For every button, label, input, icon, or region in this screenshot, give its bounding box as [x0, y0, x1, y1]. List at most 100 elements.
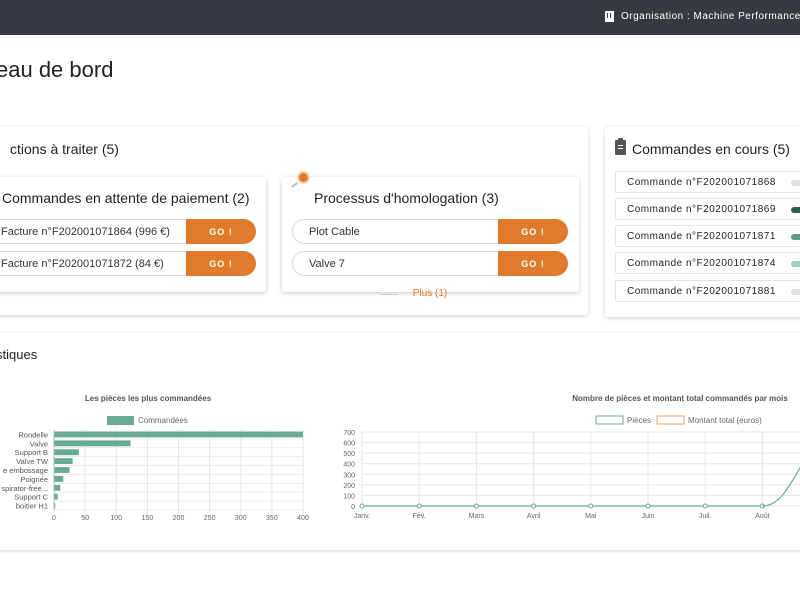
- y-tick-label: e embossage: [3, 466, 48, 475]
- homologation-title: Processus d'homologation (3): [314, 190, 499, 206]
- legend-label: Montant total (euros): [688, 416, 762, 425]
- x-tick-label: Mars: [469, 513, 485, 520]
- bar: [54, 458, 73, 465]
- go-button[interactable]: GO !: [186, 219, 256, 244]
- top-bar: Organisation : Machine Performance: [0, 0, 800, 35]
- order-row[interactable]: Commande n°F202001071874: [615, 252, 800, 274]
- data-point: [702, 503, 708, 509]
- order-status-bar: [791, 180, 800, 186]
- y-tick-label: 600: [343, 441, 355, 448]
- y-tick-label: Valve TW: [16, 457, 49, 466]
- order-label: Commande n°F202001071881: [627, 286, 776, 297]
- legend-label: Commandées: [138, 416, 188, 425]
- bar: [54, 475, 64, 482]
- orders-title: Commandes en cours (5): [632, 141, 790, 157]
- y-tick-label: 500: [343, 451, 355, 458]
- payment-row-label: Facture n°F202001071864 (996 €): [1, 226, 170, 238]
- chart-title: Les pièces les plus commandées: [85, 394, 212, 403]
- legend-swatch: [595, 415, 624, 425]
- x-tick-label: Janv.: [354, 513, 370, 520]
- y-tick-label: Rondelle: [18, 430, 48, 439]
- x-tick-label: Juin: [642, 513, 655, 520]
- y-tick-label: boitier H1: [16, 502, 48, 511]
- x-tick-label: Juil.: [699, 513, 712, 520]
- data-point: [531, 503, 537, 509]
- go-button[interactable]: GO !: [186, 251, 256, 276]
- x-tick-label: 50: [81, 515, 89, 522]
- order-status-bar: [791, 261, 800, 267]
- x-tick-label: 100: [110, 515, 122, 522]
- order-status-bar: [791, 207, 800, 213]
- building-icon: [605, 11, 614, 22]
- x-tick-label: Avril: [527, 513, 541, 520]
- x-tick-label: 200: [173, 515, 185, 522]
- homologation-row-label: Valve 7: [309, 258, 345, 270]
- bar: [54, 493, 58, 500]
- order-status-bar: [791, 234, 800, 240]
- x-tick-label: Mai: [585, 513, 597, 520]
- legend-label: Pièces: [627, 416, 651, 425]
- y-tick-label: 300: [343, 472, 355, 479]
- more-link[interactable]: Plus (1): [380, 288, 480, 299]
- chart-title: Nombre de pièces et montant total comman…: [572, 394, 788, 403]
- homologation-row-label: Plot Cable: [309, 226, 360, 238]
- top-parts-chart: Les pièces les plus commandées Commandées…: [1, 394, 309, 522]
- x-tick-label: 250: [204, 515, 216, 522]
- payments-title: Commandes en attente de paiement (2): [2, 190, 250, 206]
- order-status-bar: [791, 289, 800, 295]
- go-button[interactable]: GO !: [498, 251, 568, 276]
- y-tick-label: 0: [351, 504, 355, 511]
- y-tick-label: Support B: [15, 448, 48, 457]
- actions-title: ctions à traiter (5): [10, 141, 119, 157]
- payment-row: Facture n°F202001071864 (996 €) GO !: [0, 219, 256, 244]
- y-tick-label: Support C: [14, 493, 48, 502]
- x-tick-label: Août: [755, 513, 769, 520]
- order-row[interactable]: Commande n°F202001071871: [615, 225, 800, 247]
- order-row[interactable]: Commande n°F202001071868: [615, 171, 800, 193]
- x-tick-label: 350: [266, 515, 278, 522]
- x-tick-label: Fév.: [413, 513, 426, 520]
- y-tick-label: 700: [343, 430, 355, 437]
- data-point: [359, 503, 365, 509]
- homologation-row: Plot Cable GO !: [292, 219, 568, 244]
- payment-row-label: Facture n°F202001071872 (84 €): [1, 258, 164, 270]
- data-point: [473, 503, 479, 509]
- x-tick-label: 150: [142, 515, 154, 522]
- bar: [54, 467, 70, 473]
- bar: [54, 440, 131, 447]
- order-label: Commande n°F202001071874: [627, 258, 776, 269]
- y-tick-label: Poignée: [20, 475, 48, 484]
- bar: [54, 449, 79, 456]
- notification-badge: [297, 171, 310, 184]
- x-tick-label: 300: [235, 515, 247, 522]
- data-point: [645, 503, 651, 509]
- page-title: eau de bord: [0, 57, 114, 82]
- monthly-orders-chart: Nombre de pièces et montant total comman…: [343, 394, 800, 520]
- legend-swatch: [107, 416, 134, 425]
- y-tick-label: 100: [343, 493, 355, 500]
- order-row[interactable]: Commande n°F202001071881: [615, 280, 800, 302]
- x-tick-label: 0: [52, 515, 56, 522]
- y-tick-label: Valve: [30, 439, 48, 448]
- organisation-label: Organisation : Machine Performance: [621, 11, 800, 22]
- order-label: Commande n°F202001071868: [627, 177, 776, 188]
- clipboard-icon: [615, 138, 626, 155]
- order-label: Commande n°F202001071869: [627, 204, 776, 215]
- bar: [54, 484, 61, 491]
- data-point: [416, 503, 422, 509]
- y-tick-label: 400: [343, 462, 355, 469]
- legend-swatch: [656, 415, 685, 425]
- payment-row: Facture n°F202001071872 (84 €) GO !: [0, 251, 256, 276]
- more-link-wrap: Plus (1): [380, 287, 480, 303]
- x-tick-label: 400: [297, 515, 309, 522]
- y-tick-label: 200: [343, 483, 355, 490]
- y-tick-label: spirator-free...: [1, 484, 48, 493]
- organisation-selector[interactable]: Organisation : Machine Performance: [605, 11, 800, 22]
- order-row[interactable]: Commande n°F202001071869: [615, 198, 800, 220]
- order-label: Commande n°F202001071871: [627, 231, 776, 242]
- data-point: [588, 503, 594, 509]
- homologation-row: Valve 7 GO !: [292, 251, 568, 276]
- go-button[interactable]: GO !: [498, 219, 568, 244]
- statistics-title: stiques: [0, 347, 38, 362]
- bar: [54, 431, 303, 438]
